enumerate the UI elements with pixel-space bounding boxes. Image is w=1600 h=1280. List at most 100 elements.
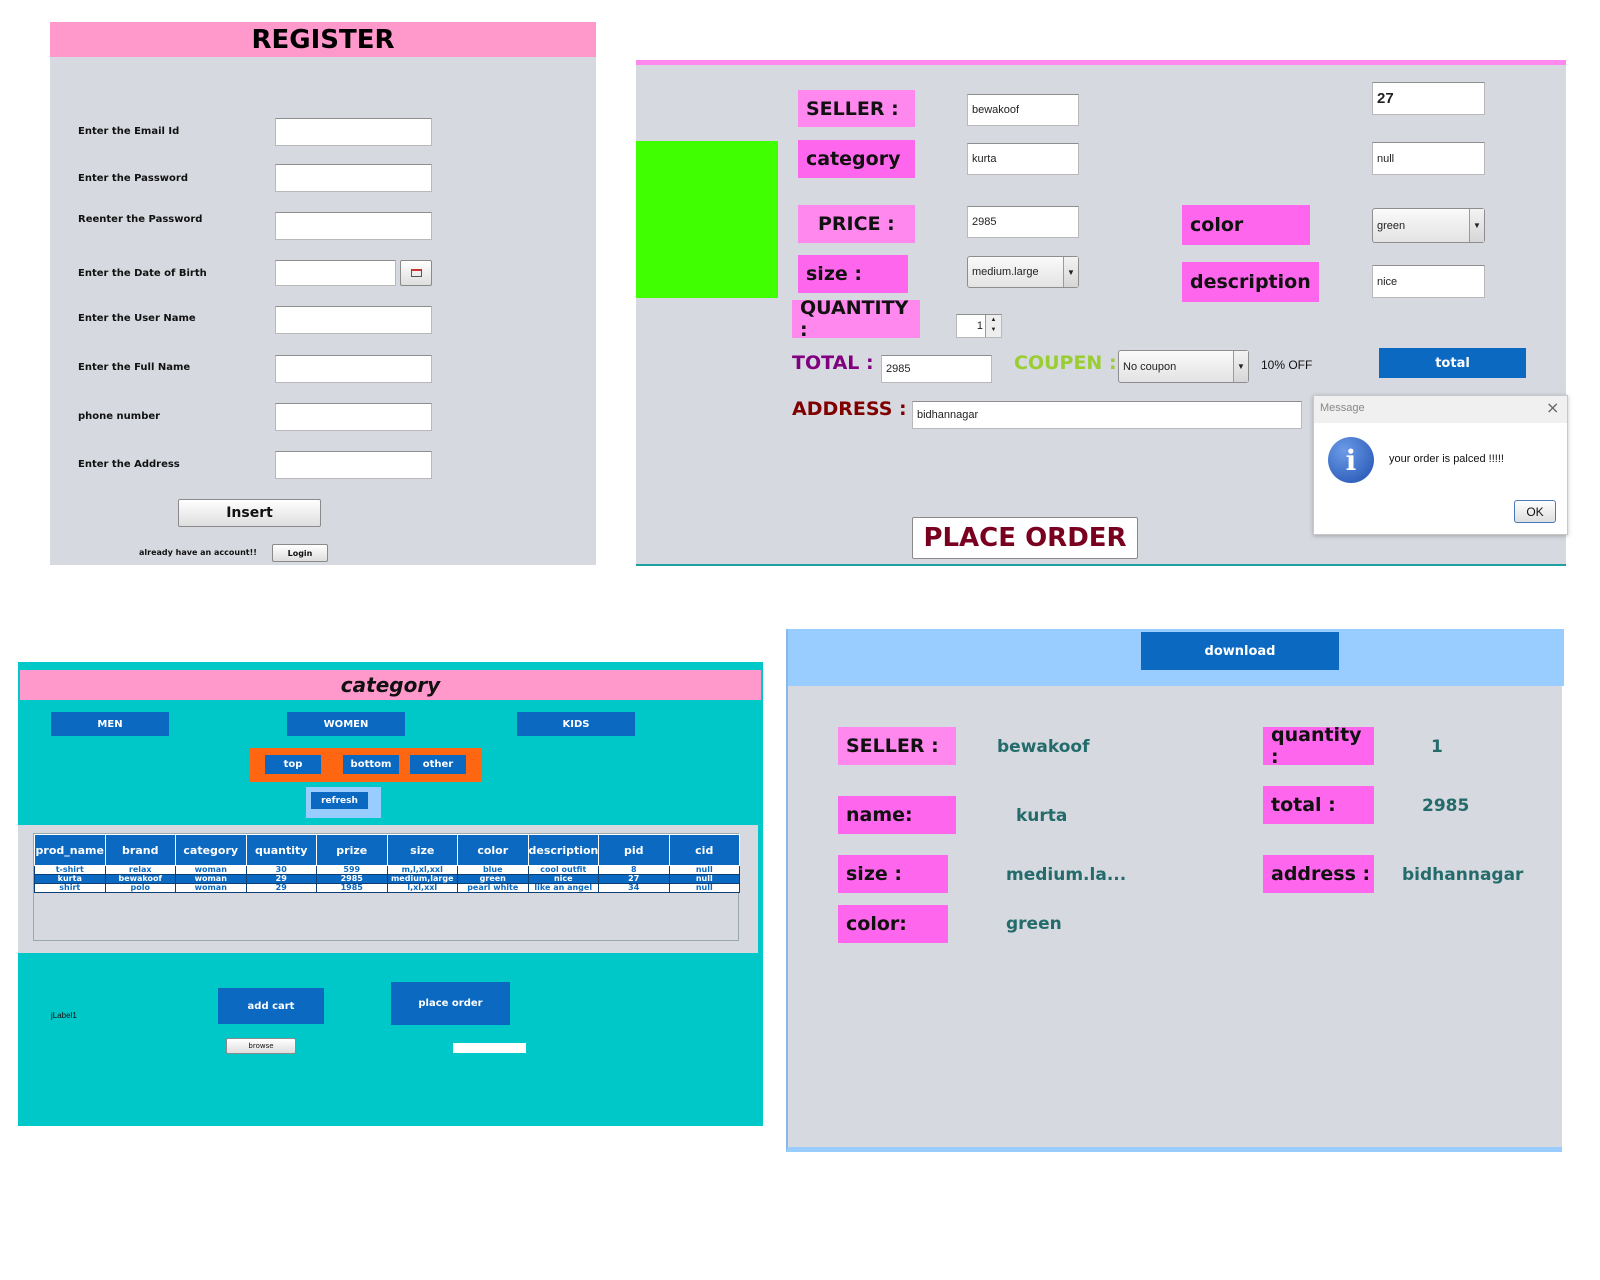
seller-value: bewakoof <box>997 737 1090 757</box>
category-title: category <box>340 673 441 697</box>
table-cell: 2985 <box>316 874 388 884</box>
column-header[interactable]: category <box>175 834 247 866</box>
address-label: address : <box>1263 855 1374 893</box>
table-row-selected[interactable]: kurta bewakoof woman 29 2985 medium,larg… <box>34 874 740 884</box>
place-order-button[interactable]: PLACE ORDER <box>912 517 1138 559</box>
file-path-field[interactable] <box>453 1043 526 1053</box>
quantity-stepper[interactable]: 1 ▲ ▼ <box>956 314 1002 338</box>
dialog-body: i your order is palced !!!!! OK <box>1314 423 1567 534</box>
table-cell: woman <box>175 883 247 893</box>
summary-header: download <box>788 629 1564 686</box>
description-label: description <box>1182 262 1319 302</box>
table-cell: 30 <box>245 865 317 875</box>
add-cart-button[interactable]: add cart <box>218 988 324 1024</box>
quantity-value: 1 <box>1431 737 1443 757</box>
password-field[interactable] <box>275 164 432 192</box>
column-header[interactable]: color <box>457 834 529 866</box>
refresh-wrapper: refresh <box>306 787 381 818</box>
place-order-button[interactable]: place order <box>391 982 510 1025</box>
seller-label: SELLER : <box>838 727 956 765</box>
subtab-top[interactable]: top <box>265 755 321 774</box>
column-header[interactable]: prize <box>316 834 388 866</box>
column-header[interactable]: prod_name <box>34 834 106 866</box>
login-button[interactable]: Login <box>272 544 328 562</box>
product-table: prod_name brand category quantity prize … <box>34 834 740 893</box>
column-header[interactable]: description <box>527 834 599 866</box>
jlabel: jLabel1 <box>51 1011 77 1020</box>
calendar-icon <box>410 269 422 277</box>
dialog-message: your order is palced !!!!! <box>1389 453 1504 465</box>
tab-kids[interactable]: KIDS <box>517 712 635 736</box>
table-cell: 29 <box>245 874 317 884</box>
table-cell: relax <box>104 865 176 875</box>
refresh-button[interactable]: refresh <box>311 792 368 809</box>
spinner-arrows-icon[interactable]: ▲ ▼ <box>985 315 1001 337</box>
size-dropdown-value: medium.large <box>972 266 1039 278</box>
table-cell: m,l,xl,xxl <box>386 865 458 875</box>
seller-field[interactable]: bewakoof <box>967 94 1079 126</box>
pid-field[interactable]: 27 <box>1372 82 1485 115</box>
insert-button[interactable]: Insert <box>178 499 321 527</box>
tab-men[interactable]: MEN <box>51 712 169 736</box>
column-header[interactable]: brand <box>104 834 176 866</box>
calendar-button[interactable] <box>400 260 432 286</box>
fullname-label: Enter the Full Name <box>78 362 191 373</box>
total-label: TOTAL : <box>792 352 874 374</box>
order-panel: SELLER : bewakoof category kurta PRICE :… <box>636 60 1568 566</box>
total-button[interactable]: total <box>1379 348 1526 378</box>
register-header: REGISTER <box>50 22 596 57</box>
subtab-other[interactable]: other <box>410 755 466 774</box>
price-field[interactable]: 2985 <box>967 206 1079 238</box>
column-header[interactable]: pid <box>598 834 670 866</box>
table-row[interactable]: t-shirt relax woman 30 599 m,l,xl,xxl bl… <box>34 865 740 875</box>
total-field[interactable]: 2985 <box>881 355 992 383</box>
address-label: Enter the Address <box>78 459 180 470</box>
color-dropdown[interactable]: green ▼ <box>1372 208 1485 243</box>
username-label: Enter the User Name <box>78 313 196 324</box>
dob-field[interactable] <box>275 260 396 286</box>
description-field[interactable]: nice <box>1372 265 1485 298</box>
close-icon[interactable]: × <box>1546 398 1559 417</box>
reenter-password-field[interactable] <box>275 212 432 240</box>
username-field[interactable] <box>275 306 432 334</box>
download-button[interactable]: download <box>1141 632 1339 670</box>
table-cell: t-shirt <box>34 865 106 875</box>
info-icon: i <box>1328 437 1374 483</box>
size-label: size : <box>798 255 908 293</box>
table-cell: woman <box>175 874 247 884</box>
table-cell: cool outfit <box>527 865 599 875</box>
table-cell: blue <box>457 865 529 875</box>
phone-field[interactable] <box>275 403 432 431</box>
table-cell: 27 <box>598 874 670 884</box>
chevron-down-icon: ▼ <box>1063 257 1078 287</box>
address-field[interactable] <box>275 451 432 479</box>
ok-button[interactable]: OK <box>1514 500 1556 523</box>
address-field[interactable]: bidhannagar <box>912 401 1302 429</box>
chevron-down-icon: ▼ <box>1469 209 1484 242</box>
column-header[interactable]: quantity <box>245 834 317 866</box>
coupon-label: COUPEN : <box>1014 352 1117 374</box>
browse-button[interactable]: browse <box>226 1038 296 1054</box>
coupon-dropdown[interactable]: No coupon ▼ <box>1118 350 1249 383</box>
cid-field[interactable]: null <box>1372 142 1485 175</box>
table-cell: bewakoof <box>104 874 176 884</box>
discount-text: 10% OFF <box>1261 358 1313 372</box>
tab-women[interactable]: WOMEN <box>287 712 405 736</box>
fullname-field[interactable] <box>275 355 432 383</box>
color-value: green <box>1006 914 1062 934</box>
subtab-bottom[interactable]: bottom <box>343 755 399 774</box>
category-field[interactable]: kurta <box>967 143 1079 175</box>
column-header[interactable]: size <box>386 834 458 866</box>
size-dropdown[interactable]: medium.large ▼ <box>967 256 1079 288</box>
column-header[interactable]: cid <box>668 834 740 866</box>
table-viewport[interactable]: prod_name brand category quantity prize … <box>33 833 740 941</box>
table-cell: 34 <box>598 883 670 893</box>
table-row[interactable]: shirt polo woman 29 1985 l,xl,xxl pearl … <box>34 883 740 893</box>
table-cell: null <box>668 883 740 893</box>
address-value: bidhannagar <box>1402 865 1524 885</box>
color-label: color <box>1182 205 1310 245</box>
total-value: 2985 <box>1422 796 1470 816</box>
table-cell: 1985 <box>316 883 388 893</box>
email-field[interactable] <box>275 118 432 146</box>
name-value: kurta <box>1016 806 1068 826</box>
